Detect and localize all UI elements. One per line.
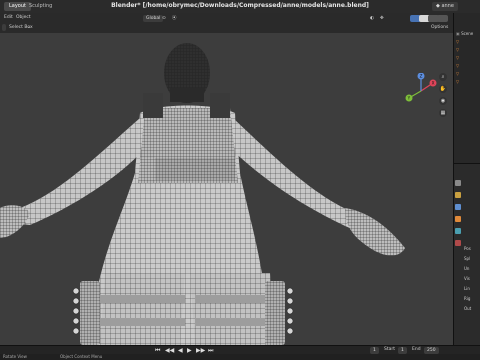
outliner-item[interactable]: ▽ [456,47,459,53]
jump-end-icon[interactable]: ⏭ [208,347,213,354]
leg-strap [100,318,185,326]
output-tab-icon[interactable] [455,204,461,210]
y-axis-label: Y [407,96,411,101]
shoulder-strap-left [143,93,163,118]
next-keyframe-icon[interactable]: ▶▶ [196,347,205,354]
select-mode-icon[interactable] [2,24,6,31]
current-frame-field[interactable]: 1 [370,347,379,354]
outliner-item[interactable]: ▽ [456,39,459,45]
x-axis-label: X [432,81,435,86]
jump-start-icon[interactable]: ⏮ [155,347,160,354]
play-reverse-icon[interactable]: ◀ [178,347,183,354]
material-tab-icon[interactable] [455,240,461,246]
snap-icon[interactable]: ⊙ [162,15,166,23]
navigation-gizmo[interactable]: X Z Y [403,72,439,111]
pan-hand-icon[interactable]: ✋ [439,85,447,93]
property-row[interactable]: Lin [464,286,470,292]
object-icon: ▽ [456,39,460,44]
property-row[interactable]: Un [464,266,469,272]
end-label: End [412,347,421,352]
window-title: Blender* [/home/obrymec/Downloads/Compre… [111,2,369,9]
3d-viewport[interactable]: X Z Y ⌕ ✋ ◉ ▦ [0,33,453,345]
object-icon: ▽ [456,55,460,60]
object-icon: ▽ [456,79,460,84]
transform-orientation-label: Global [146,16,161,21]
axis-gizmo[interactable]: X Z Y [403,72,439,109]
outliner: ▣ Scene ▽ ▽ ▽ ▽ ▽ ▽ [453,13,480,163]
neck-collar [170,88,204,102]
outliner-item[interactable]: ▽ [456,79,459,85]
object-tab-icon[interactable] [455,216,461,222]
z-axis-label: Z [420,74,423,79]
leg-strap [100,295,185,303]
property-row[interactable]: Pos [464,246,471,252]
end-frame-field[interactable]: 250 [424,347,439,354]
scene-name: anne [441,3,454,9]
status-middle: Object Context Menu [60,354,103,359]
chevron-down-icon: ⌄ [27,25,31,30]
status-bar: Rotate View Object Context Menu [0,354,480,360]
zoom-icon[interactable]: ⌕ [439,73,447,81]
outliner-item[interactable]: ▽ [456,55,459,61]
shoulder-strap-right [210,93,230,118]
outliner-item[interactable]: ▣ Scene [456,31,473,37]
object-icon: ▽ [456,63,460,68]
property-row[interactable]: Vis [464,276,470,282]
scene-icon: ◆ [436,3,440,9]
scene-collection-icon: ▣ [456,31,460,36]
proportional-edit-icon[interactable]: ⦿ [172,15,177,23]
options-dropdown[interactable]: Options [431,24,448,32]
transform-orientation-dropdown[interactable]: Global [143,15,164,22]
modifier-tab-icon[interactable] [455,228,461,234]
outliner-item[interactable]: ▽ [456,71,459,77]
scene-selector[interactable]: ◆ anne [432,2,458,11]
prev-keyframe-icon[interactable]: ◀◀ [165,347,174,354]
render-tab-icon[interactable] [455,192,461,198]
property-row[interactable]: Out [464,306,471,312]
camera-icon[interactable]: ◉ [439,97,447,105]
viewport-header: Edit Object Select Box ⌄ Global ⊙ ⦿ ◐ ✥ … [0,13,453,33]
property-row[interactable]: Rig [464,296,470,302]
tool-tab-icon[interactable] [455,180,461,186]
start-label: Start [384,347,395,352]
properties-panel: Pos Spl Un Vis Lin Rig Out [453,163,480,346]
object-icon: ▽ [456,47,460,52]
start-frame-field[interactable]: 1 [398,347,407,354]
status-left: Rotate View [3,354,27,359]
shading-render-icon[interactable] [437,15,448,22]
character-mesh [0,43,405,345]
property-row[interactable]: Spl [464,256,470,262]
outliner-item[interactable]: ▽ [456,63,459,69]
title-bar: Layout Sculpting Blender* [/home/obrymec… [0,0,480,14]
menu-edit[interactable]: Edit [4,14,13,22]
perspective-grid-icon[interactable]: ▦ [439,109,447,117]
play-icon[interactable]: ▶ [187,347,192,354]
viewport-overlays-icon[interactable]: ◐ [370,15,374,23]
object-icon: ▽ [456,71,460,76]
menu-object[interactable]: Object [16,14,31,22]
gizmo-toggle-icon[interactable]: ✥ [380,15,384,23]
